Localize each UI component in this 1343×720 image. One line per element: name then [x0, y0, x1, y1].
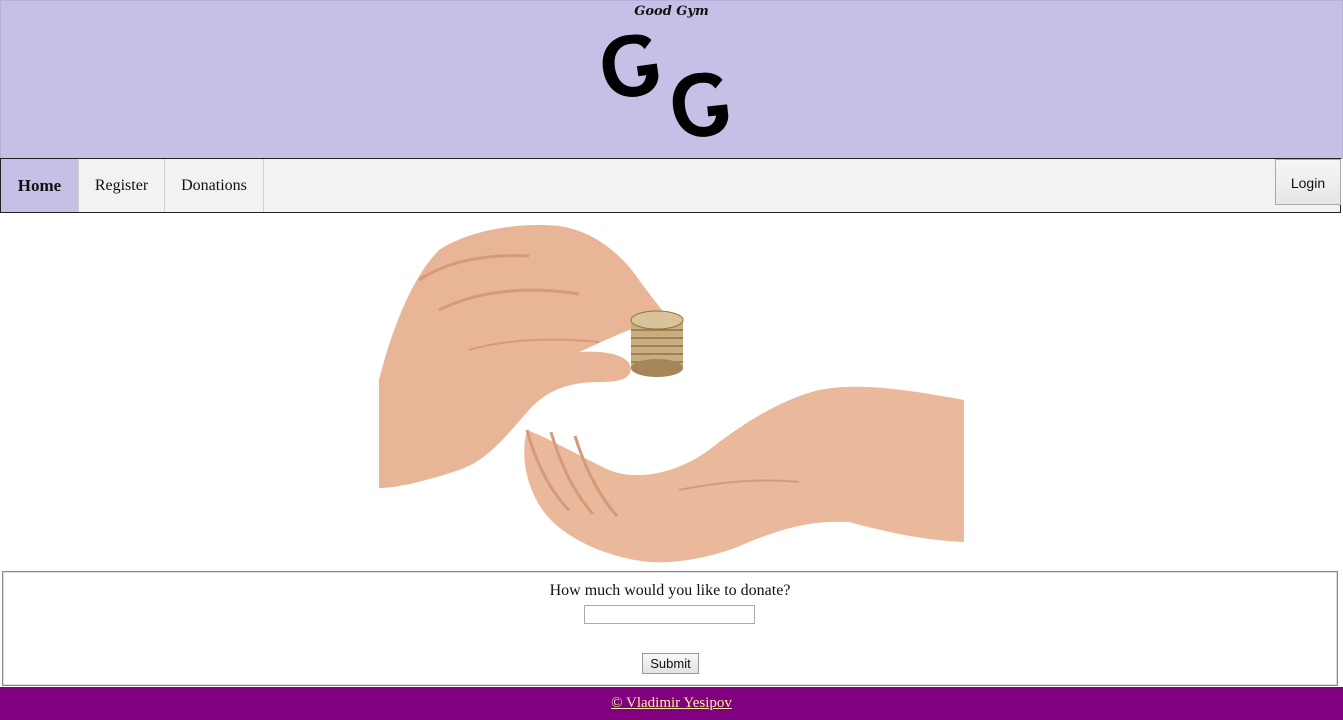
site-header: Good Gym: [0, 0, 1343, 159]
gg-logo-icon: [602, 34, 729, 137]
main-navbar: Home Register Donations Login: [0, 158, 1341, 213]
donate-form: How much would you like to donate? Submi…: [2, 571, 1338, 686]
nav-register[interactable]: Register: [79, 159, 165, 212]
nav-donations[interactable]: Donations: [165, 159, 264, 212]
site-name: Good Gym: [634, 4, 709, 19]
login-button[interactable]: Login: [1275, 159, 1341, 205]
nav-home[interactable]: Home: [1, 159, 79, 212]
donate-question-label: How much would you like to donate?: [549, 582, 791, 599]
hands-giving-coins-image: [379, 225, 964, 563]
donation-amount-input[interactable]: [584, 605, 755, 624]
copyright-link[interactable]: © Vladimir Yesipov: [611, 695, 732, 711]
site-footer: © Vladimir Yesipov: [0, 687, 1343, 720]
submit-button[interactable]: Submit: [642, 653, 699, 674]
